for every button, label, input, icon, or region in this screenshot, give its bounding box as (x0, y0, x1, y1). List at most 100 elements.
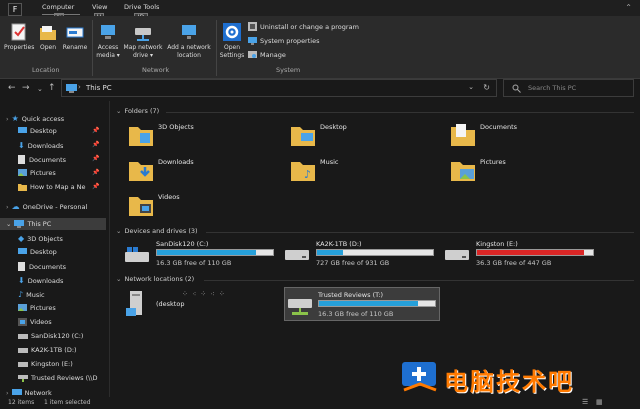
add-network-label-2: location (177, 52, 201, 59)
sidebar-item-label: Trusted Reviews (\\D (31, 374, 98, 382)
sidebar-item-how-to-map[interactable]: How to Map a Ne (18, 183, 86, 191)
folder-item-desktop[interactable]: Desktop (290, 123, 347, 147)
svg-text:♪: ♪ (304, 168, 311, 181)
sidebar-item-drive-d[interactable]: KA2K-1TB (D:) (18, 346, 77, 354)
watermark-text: 电脑技术吧 (444, 368, 574, 396)
details-view-icon[interactable]: ☰ (582, 398, 588, 406)
drive-icon (18, 361, 28, 367)
sidebar-item-network[interactable]: › Network (6, 389, 52, 397)
sidebar-item-desktop[interactable]: Desktop (18, 127, 57, 135)
folders-section-header[interactable]: ⌄ Folders (7) (116, 107, 159, 115)
folder-item-music[interactable]: ♪ Music (290, 158, 339, 182)
sidebar-item-label: SanDisk120 (C:) (31, 332, 84, 340)
cloud-icon: ☁ (11, 202, 20, 211)
sidebar-item-music[interactable]: ♪ Music (18, 290, 45, 299)
system-properties-button[interactable]: System properties (248, 36, 319, 45)
pin-icon: 📌 (92, 169, 100, 176)
network-drive-icon (288, 299, 312, 315)
manage-button[interactable]: Manage (248, 50, 286, 59)
network-item-desktop[interactable]: (desktop ⁘ ⁖ ⁘ ⁖ ⁘ (124, 288, 284, 320)
open-settings-button[interactable]: Open Settings (218, 22, 246, 60)
sidebar-item-desktop-pc[interactable]: Desktop (18, 248, 57, 256)
sidebar-item-onedrive[interactable]: › ☁ OneDrive - Personal (6, 202, 87, 211)
access-media-button[interactable]: Access media ▾ (94, 22, 122, 60)
sidebar-item-label: Desktop (30, 127, 57, 135)
location-group-label: Location (32, 66, 60, 74)
documents-folder-icon (451, 124, 475, 146)
up-arrow-icon[interactable]: ↑ (48, 83, 56, 93)
network-location-name: Trusted Reviews (T:) (318, 291, 384, 299)
refresh-icon[interactable]: ↻ (483, 83, 490, 92)
drive-name: KA2K-1TB (D:) (316, 240, 362, 248)
sidebar-item-drive-c[interactable]: SanDisk120 (C:) (18, 332, 83, 340)
drive-usage-bar (156, 249, 274, 256)
back-arrow-icon[interactable]: ← (8, 83, 16, 93)
folder-item-pictures[interactable]: Pictures (450, 158, 506, 182)
folder-item-downloads[interactable]: Downloads (128, 158, 194, 182)
sidebar-item-documents-pc[interactable]: Documents (18, 262, 66, 271)
sidebar-item-quick-access[interactable]: › ★ Quick access (6, 114, 64, 123)
address-bar[interactable]: › This PC ⌄ ↻ (61, 79, 497, 97)
folder-item-documents[interactable]: Documents (450, 123, 517, 147)
drive-usage-bar (476, 249, 594, 256)
watermark-logo-icon (402, 362, 437, 392)
sidebar-item-downloads[interactable]: ⬇ Downloads (18, 141, 63, 150)
network-icon (11, 389, 22, 395)
sidebar-item-pictures[interactable]: Pictures (18, 169, 56, 177)
properties-button[interactable]: Properties (4, 22, 34, 52)
rename-button[interactable]: Rename (62, 22, 88, 52)
tab-drive-tools[interactable]: Drive Tools (124, 3, 159, 11)
drive-item-c[interactable]: SanDisk120 (C:) 16.3 GB free of 110 GB (124, 240, 284, 268)
breadcrumb-chevron-icon[interactable]: › (78, 83, 81, 91)
sidebar-item-label: Desktop (30, 248, 57, 256)
manage-icon (248, 51, 257, 58)
forward-arrow-icon[interactable]: → (22, 83, 30, 93)
collapse-ribbon-icon[interactable]: ⌃ (625, 3, 632, 12)
sidebar-item-videos[interactable]: Videos (18, 318, 52, 326)
sidebar-item-label: Quick access (21, 114, 65, 123)
network-item-trusted-reviews-selected[interactable]: Trusted Reviews (T:) 16.3 GB free of 110… (284, 287, 440, 321)
folder-item-videos[interactable]: Videos (128, 193, 180, 217)
content-pane: ⌄ Folders (7) 3D Objects Desktop Documen… (112, 101, 640, 397)
pin-icon: 📌 (92, 155, 100, 162)
system-properties-label: System properties (260, 36, 320, 45)
drive-icon (18, 347, 28, 353)
collapse-chevron-icon: ⌄ (6, 220, 12, 228)
pin-icon: 📌 (92, 141, 100, 148)
add-network-location-button[interactable]: Add a network location (166, 22, 212, 60)
sidebar-item-drive-e[interactable]: Kingston (E:) (18, 360, 73, 368)
network-section-header[interactable]: ⌄ Network locations (2) (116, 275, 194, 283)
sidebar-item-network-drive-t[interactable]: Trusted Reviews (\\D (18, 374, 98, 382)
sidebar-item-label: This PC (27, 220, 52, 228)
sidebar-item-label: How to Map a Ne (30, 183, 86, 191)
drive-usage-fill (317, 250, 343, 255)
sidebar-item-downloads-pc[interactable]: ⬇ Downloads (18, 276, 63, 285)
tab-file[interactable]: F (8, 3, 22, 16)
drive-item-e[interactable]: Kingston (E:) 36.3 GB free of 447 GB (444, 240, 604, 268)
open-button[interactable]: Open (36, 22, 60, 52)
tab-view[interactable]: View (92, 3, 107, 11)
sidebar-item-this-pc[interactable]: ⌄ This PC (6, 220, 51, 228)
drive-item-d[interactable]: KA2K-1TB (D:) 727 GB free of 931 GB (284, 240, 444, 268)
large-icons-view-icon[interactable]: ▦ (596, 398, 603, 406)
open-label: Open (39, 44, 57, 51)
sidebar-item-documents[interactable]: Documents (18, 155, 66, 164)
sidebar-item-3d-objects[interactable]: ◆ 3D Objects (18, 234, 63, 243)
add-network-label: Add a network (167, 44, 211, 51)
drives-section-header[interactable]: ⌄ Devices and drives (3) (116, 227, 198, 235)
breadcrumb-this-pc[interactable]: This PC (86, 84, 112, 92)
search-input[interactable]: Search This PC (528, 84, 576, 92)
map-network-drive-button[interactable]: Map network drive ▾ (122, 22, 164, 60)
sidebar-item-pictures-pc[interactable]: Pictures (18, 304, 56, 312)
search-box[interactable]: Search This PC (503, 79, 634, 97)
address-dropdown-icon[interactable]: ⌄ (468, 83, 474, 91)
ribbon-tabs: F Computer C View V Drive Tools JD ⌃ (0, 0, 640, 23)
properties-icon (11, 23, 26, 41)
tab-computer[interactable]: Computer (42, 3, 74, 11)
open-folder-icon (40, 26, 56, 40)
access-media-label-2: media (96, 52, 115, 59)
uninstall-program-button[interactable]: Uninstall or change a program (248, 22, 359, 31)
recent-locations-chevron-icon[interactable]: ⌄ (37, 85, 43, 93)
folder-item-3d-objects[interactable]: 3D Objects (128, 123, 194, 147)
videos-folder-icon (129, 197, 153, 216)
